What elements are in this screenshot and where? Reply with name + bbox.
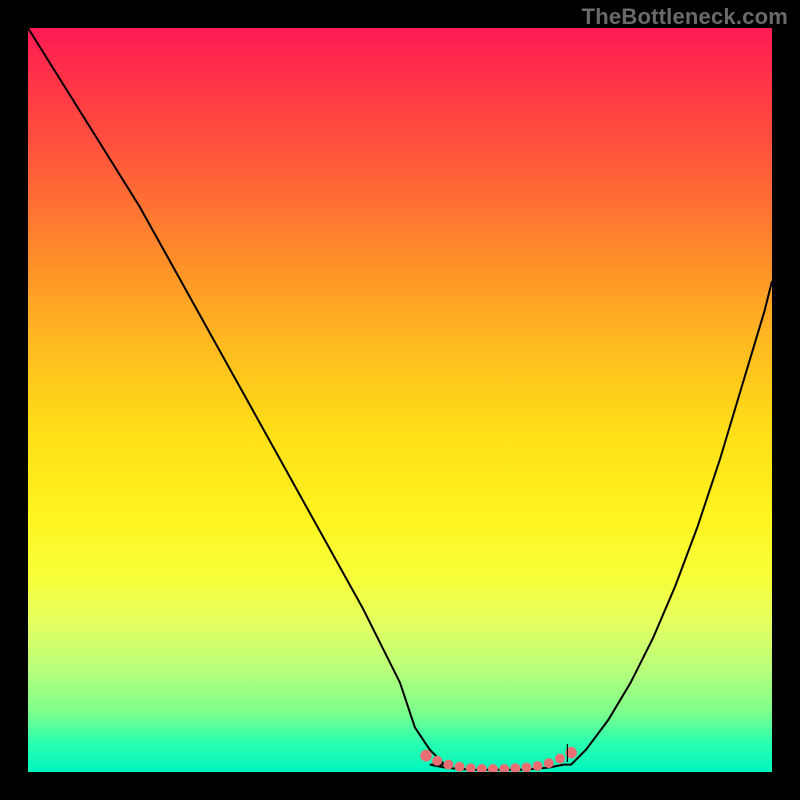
curve-dot	[477, 764, 487, 772]
curve-dot	[510, 763, 520, 772]
curve-dot	[544, 758, 554, 768]
curve-dot	[443, 760, 453, 770]
curve-dot	[420, 750, 432, 762]
plot-gradient-area	[28, 28, 772, 772]
watermark-text: TheBottleneck.com	[582, 4, 788, 30]
curve-dot	[533, 761, 543, 771]
bottleneck-curve-left	[28, 28, 564, 770]
curve-dot	[432, 756, 442, 766]
chart-svg	[28, 28, 772, 772]
curve-dot	[522, 763, 532, 773]
curve-dot	[499, 764, 509, 772]
curve-dot	[455, 762, 465, 772]
bottleneck-curve-right	[564, 281, 772, 765]
curve-dot	[488, 764, 498, 772]
curve-dot	[555, 754, 565, 764]
curve-dot	[466, 763, 476, 772]
